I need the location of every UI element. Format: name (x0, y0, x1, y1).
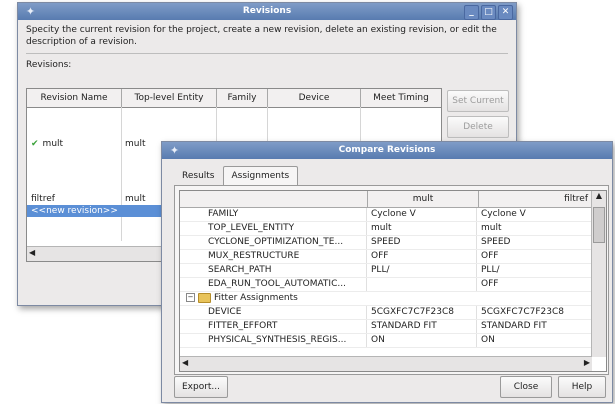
compare-titlebar[interactable]: ✦ Compare Revisions (162, 142, 612, 159)
scrollbar-thumb[interactable] (593, 207, 605, 243)
assignment-name: MUX_RESTRUCTURE (180, 250, 367, 263)
assignments-header: mult filtref (180, 191, 606, 208)
column-meet-timing[interactable]: Meet Timing (361, 89, 441, 107)
maximize-icon[interactable]: □ (481, 5, 496, 20)
revisions-title: Revisions (242, 6, 292, 16)
scroll-left-icon[interactable]: ◀ (29, 248, 35, 257)
mult-value: mult (367, 222, 477, 235)
help-button[interactable]: Help (558, 376, 606, 398)
collapse-icon[interactable]: − (186, 293, 195, 302)
mult-value: PLL/ (367, 264, 477, 277)
column-top-level-entity[interactable]: Top-level Entity (122, 89, 217, 107)
export-button[interactable]: Export... (174, 376, 228, 398)
divider (26, 53, 508, 54)
group-row-fitter[interactable]: − Fitter Assignments (180, 292, 591, 306)
vertical-scrollbar[interactable]: ▲ (591, 191, 606, 357)
revisions-table-header: Revision Name Top-level Entity Family De… (27, 89, 441, 108)
assignment-row[interactable]: FAMILY Cyclone V Cyclone V (180, 208, 591, 222)
scroll-right-icon[interactable]: ▶ (584, 358, 590, 367)
assignment-name: PHYSICAL_SYNTHESIS_REGIS... (180, 334, 367, 347)
assignment-name: TOP_LEVEL_ENTITY (180, 222, 367, 235)
column-device[interactable]: Device (268, 89, 361, 107)
delete-button[interactable]: Delete (447, 116, 509, 138)
revisions-titlebar[interactable]: ✦ Revisions _ □ ✕ (18, 3, 516, 20)
filtref-value: OFF (481, 251, 499, 261)
scroll-left-icon[interactable]: ◀ (182, 358, 188, 367)
filtref-value: mult (481, 223, 502, 233)
assignment-name: SEARCH_PATH (180, 264, 367, 277)
assignment-row[interactable]: DEVICE 5CGXFC7C7F23C8 5CGXFC7C7F23C8 (180, 306, 591, 320)
revisions-list-label: Revisions: (26, 60, 72, 70)
group-label: Fitter Assignments (214, 293, 298, 303)
filtref-value: SPEED (481, 237, 511, 247)
assignment-name: EDA_RUN_TOOL_AUTOMATIC... (180, 278, 367, 291)
mult-value: Cyclone V (367, 208, 477, 221)
set-current-button[interactable]: Set Current (447, 90, 509, 112)
mult-value: ON (367, 334, 477, 347)
assignments-panel: mult filtref FAMILY Cyclone V Cyclone V … (174, 185, 609, 375)
revision-name: mult (42, 139, 64, 149)
filtref-value: ON (481, 335, 495, 345)
assignment-name: DEVICE (180, 306, 367, 319)
assignment-row[interactable]: TOP_LEVEL_ENTITY mult mult (180, 222, 591, 236)
assignment-row[interactable]: CYCLONE_OPTIMIZATION_TE... SPEED SPEED (180, 236, 591, 250)
filtref-value: STANDARD FIT (481, 321, 547, 331)
mult-value: SPEED (367, 236, 477, 249)
filtref-value: PLL/ (481, 265, 500, 275)
mult-value: STANDARD FIT (367, 320, 477, 333)
checkmark-icon: ✔ (31, 139, 39, 149)
assignment-row[interactable]: MUX_RESTRUCTURE OFF OFF (180, 250, 591, 264)
column-mult[interactable]: mult (368, 191, 479, 207)
close-icon[interactable]: ✕ (498, 5, 513, 20)
app-icon: ✦ (25, 5, 36, 18)
horizontal-scrollbar[interactable]: ◀ ▶ (180, 356, 592, 371)
minimize-icon[interactable]: _ (464, 5, 479, 20)
revisions-description: Specity the current revision for the pro… (26, 25, 497, 47)
column-assignment[interactable] (180, 191, 368, 207)
filtref-value: 5CGXFC7C7F23C8 (481, 307, 564, 317)
close-button[interactable]: Close (500, 376, 552, 398)
assignment-row[interactable]: EDA_RUN_TOOL_AUTOMATIC... OFF (180, 278, 591, 292)
filtref-value: OFF (481, 279, 499, 289)
assignment-name: FITTER_EFFORT (180, 320, 367, 333)
compare-tabs: Results Assignments (174, 166, 299, 186)
assignment-row[interactable]: FITTER_EFFORT STANDARD FIT STANDARD FIT (180, 320, 591, 334)
column-revision-name[interactable]: Revision Name (27, 89, 122, 107)
mult-value (367, 278, 477, 291)
folder-icon (198, 292, 211, 303)
tab-assignments[interactable]: Assignments (222, 166, 299, 186)
column-family[interactable]: Family (217, 89, 268, 107)
column-filtref[interactable]: filtref (479, 191, 593, 207)
scroll-up-icon[interactable]: ▲ (592, 191, 606, 200)
app-icon: ✦ (169, 144, 180, 157)
assignment-row[interactable]: PHYSICAL_SYNTHESIS_REGIS... ON ON (180, 334, 591, 348)
assignment-name: CYCLONE_OPTIMIZATION_TE... (180, 236, 367, 249)
tab-results[interactable]: Results (174, 168, 223, 185)
filtref-value: Cyclone V (481, 209, 526, 219)
grid-line (121, 107, 122, 241)
mult-value: OFF (367, 250, 477, 263)
mult-value: 5CGXFC7C7F23C8 (367, 306, 477, 319)
assignment-row[interactable]: SEARCH_PATH PLL/ PLL/ (180, 264, 591, 278)
compare-title: Compare Revisions (338, 145, 436, 155)
assignment-name: FAMILY (180, 208, 367, 221)
compare-revisions-window: ✦ Compare Revisions Results Assignments … (161, 141, 613, 403)
revision-name: filtref (31, 194, 55, 204)
assignments-table[interactable]: mult filtref FAMILY Cyclone V Cyclone V … (179, 190, 607, 372)
